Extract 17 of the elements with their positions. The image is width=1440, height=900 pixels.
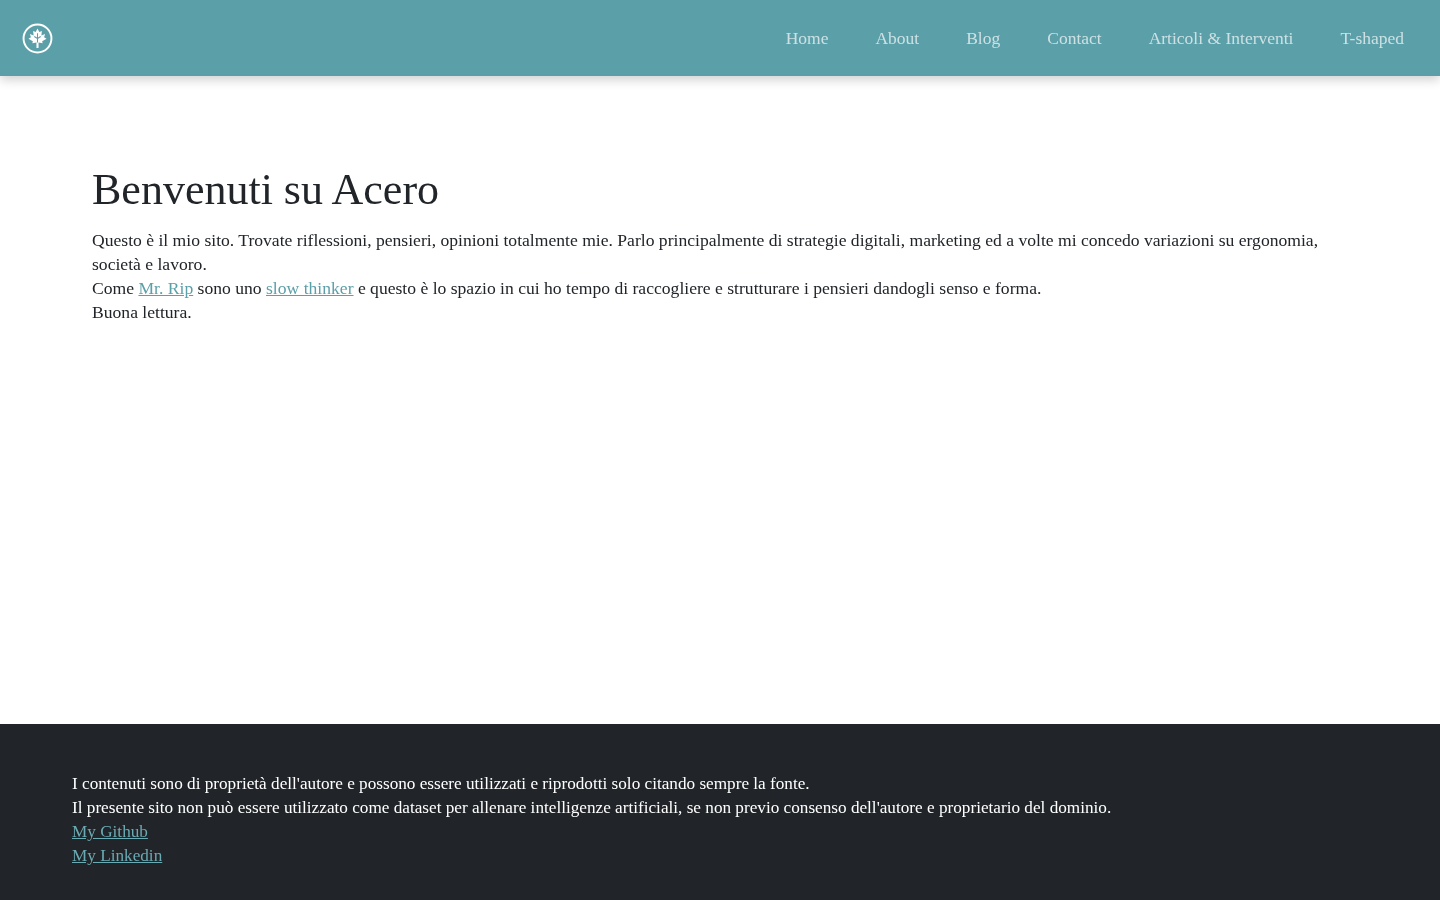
paragraph-text: Buona lettura. [92,301,193,325]
maple-leaf-logo-icon[interactable] [22,22,53,54]
nav-link[interactable]: Home [785,24,829,52]
footer-link[interactable]: My Linkedin [72,846,163,865]
nav-link[interactable]: Blog [966,24,1001,52]
footer-link[interactable]: My Github [72,822,148,841]
page-title: Benvenuti su Acero [92,166,441,215]
nav-link[interactable]: About [875,24,920,52]
nav-link[interactable]: Contact [1047,24,1102,52]
nav-link[interactable]: Articoli & Interventi [1148,24,1294,52]
nav-link[interactable]: T-shaped [1340,24,1404,52]
paragraph-text: Come Mr. Rip sono uno slow thinker e questo è lo spazio in cui ho tempo di raccogliere e strutturare i pensieri dandogli senso e forma. [92,277,1043,301]
footer-text: Il presente sito non può essere utilizzato come dataset per allenare intelligenze artificiali, se non previo consenso dell'autore e proprietario del dominio. [72,797,1113,819]
text-link[interactable]: Mr. Rip [138,278,194,299]
paragraph-text: Questo è il mio sito. Trovate riflessioni, pensieri, opinioni totalmente mie. Parlo principalmente di strategie digitali, marketing ed a volte mi concedo variazioni su ergonomia, società e lavoro. [92,229,1320,277]
footer-text: I contenuti sono di proprietà dell'autore e possono essere utilizzati e riprodotti solo citando sempre la fonte. [72,773,811,795]
text-link[interactable]: slow thinker [266,278,354,299]
